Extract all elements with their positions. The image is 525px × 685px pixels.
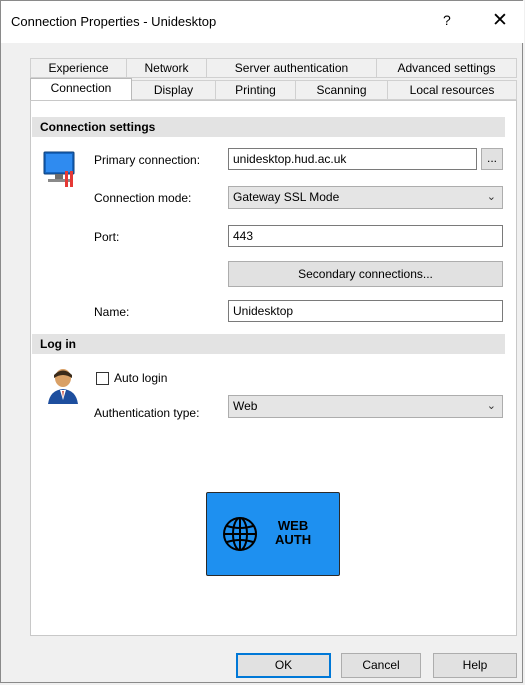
title-bar: Connection Properties - Unidesktop ? ✕ xyxy=(1,1,524,43)
help-title-button[interactable]: ? xyxy=(443,12,451,28)
connection-settings-header: Connection settings xyxy=(32,117,505,137)
tab-advanced-settings[interactable]: Advanced settings xyxy=(376,58,517,78)
authentication-type-value: Web xyxy=(233,399,258,413)
authentication-type-select[interactable]: Web ⌄ xyxy=(228,395,503,418)
tab-connection[interactable]: Connection xyxy=(30,78,132,100)
primary-connection-input[interactable]: unidesktop.hud.ac.uk xyxy=(228,148,477,170)
globe-icon xyxy=(221,515,259,553)
tab-network[interactable]: Network xyxy=(126,58,207,78)
port-label: Port: xyxy=(94,230,120,244)
close-button[interactable]: ✕ xyxy=(492,9,508,32)
web-auth-label: WEB AUTH xyxy=(275,519,311,547)
tab-scanning[interactable]: Scanning xyxy=(295,80,388,100)
ok-button[interactable]: OK xyxy=(236,653,331,678)
window-title: Connection Properties - Unidesktop xyxy=(11,14,217,29)
tab-experience[interactable]: Experience xyxy=(30,58,127,78)
chevron-down-icon: ⌄ xyxy=(486,191,496,203)
tab-local-resources[interactable]: Local resources xyxy=(387,80,517,100)
tab-printing[interactable]: Printing xyxy=(215,80,296,100)
browse-button[interactable]: ... xyxy=(481,148,503,170)
web-auth-line2: AUTH xyxy=(275,532,312,547)
name-input[interactable]: Unidesktop xyxy=(228,300,503,322)
auto-login-label: Auto login xyxy=(114,371,168,385)
help-button[interactable]: Help xyxy=(433,653,517,678)
secondary-connections-button[interactable]: Secondary connections... xyxy=(228,261,503,287)
log-in-header: Log in xyxy=(32,334,505,354)
chevron-down-icon: ⌄ xyxy=(486,400,496,412)
port-input[interactable]: 443 xyxy=(228,225,503,247)
authentication-type-label: Authentication type: xyxy=(94,406,200,420)
name-label: Name: xyxy=(94,305,130,319)
primary-connection-label: Primary connection: xyxy=(94,153,201,167)
connection-tab-panel: Connection settings Primary connection: … xyxy=(30,100,517,636)
web-auth-line1: WEB xyxy=(277,518,309,533)
auto-login-checkbox[interactable] xyxy=(96,372,109,385)
monitor-connection-icon xyxy=(43,151,79,189)
connection-properties-dialog: Connection Properties - Unidesktop ? ✕ E… xyxy=(0,0,524,683)
tab-server-authentication[interactable]: Server authentication xyxy=(206,58,377,78)
user-icon xyxy=(46,366,80,406)
web-auth-button[interactable]: WEB AUTH xyxy=(206,492,340,576)
connection-mode-label: Connection mode: xyxy=(94,191,192,205)
connection-mode-value: Gateway SSL Mode xyxy=(233,190,340,204)
tab-display[interactable]: Display xyxy=(131,80,216,100)
cancel-button[interactable]: Cancel xyxy=(341,653,421,678)
connection-mode-select[interactable]: Gateway SSL Mode ⌄ xyxy=(228,186,503,209)
